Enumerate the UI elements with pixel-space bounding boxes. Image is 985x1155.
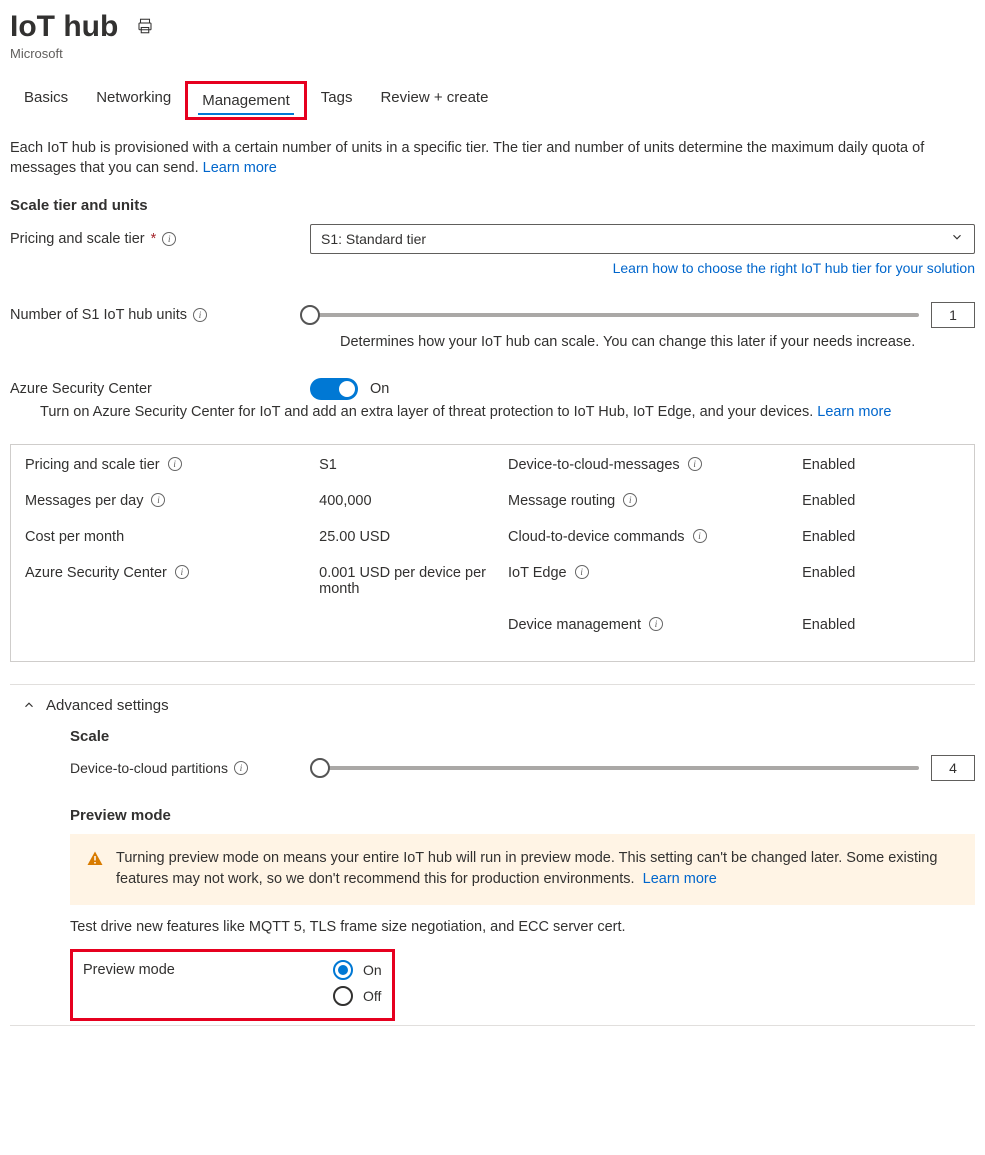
- summary-value: 400,000: [319, 493, 498, 509]
- asc-label: Azure Security Center: [10, 381, 152, 397]
- preview-on-label: On: [363, 962, 382, 978]
- info-icon[interactable]: i: [168, 457, 182, 471]
- info-icon[interactable]: i: [649, 617, 663, 631]
- intro-text: Each IoT hub is provisioned with a certa…: [10, 138, 975, 179]
- summary-label: Pricing and scale tier: [25, 457, 160, 473]
- tab-tags[interactable]: Tags: [307, 81, 367, 120]
- info-icon[interactable]: i: [175, 565, 189, 579]
- tab-review-create[interactable]: Review + create: [366, 81, 502, 120]
- scale-heading: Scale tier and units: [10, 197, 975, 214]
- asc-toggle[interactable]: [310, 378, 358, 400]
- pricing-tier-label: Pricing and scale tier: [10, 231, 145, 247]
- partitions-value-box[interactable]: 4: [931, 755, 975, 781]
- print-icon[interactable]: [136, 17, 154, 38]
- asc-learn-more-link[interactable]: Learn more: [817, 404, 891, 420]
- summary-label: Device-to-cloud-messages: [508, 457, 680, 473]
- tab-networking[interactable]: Networking: [82, 81, 185, 120]
- preview-radio-off[interactable]: [333, 986, 353, 1006]
- partitions-slider[interactable]: [320, 766, 919, 770]
- warning-icon: [86, 848, 104, 892]
- summary-value: S1: [319, 457, 498, 473]
- units-value-box[interactable]: 1: [931, 302, 975, 328]
- tab-management[interactable]: Management: [188, 84, 304, 117]
- summary-value: 25.00 USD: [319, 529, 498, 545]
- pricing-tier-value: S1: Standard tier: [321, 231, 426, 247]
- preview-mode-heading: Preview mode: [70, 807, 975, 824]
- tier-help-link[interactable]: Learn how to choose the right IoT hub ti…: [613, 260, 975, 276]
- page-title: IoT hub: [10, 10, 118, 44]
- summary-label: IoT Edge: [508, 565, 567, 581]
- summary-value: 0.001 USD per device per month: [319, 565, 498, 597]
- tab-basics[interactable]: Basics: [10, 81, 82, 120]
- preview-off-label: Off: [363, 988, 381, 1004]
- info-icon[interactable]: i: [688, 457, 702, 471]
- summary-value: Enabled: [802, 529, 960, 545]
- preview-radio-on[interactable]: [333, 960, 353, 980]
- chevron-down-icon: [950, 230, 964, 247]
- info-icon[interactable]: i: [623, 493, 637, 507]
- summary-label: Messages per day: [25, 493, 143, 509]
- intro-learn-more-link[interactable]: Learn more: [203, 160, 277, 176]
- preview-description: Test drive new features like MQTT 5, TLS…: [70, 919, 975, 935]
- summary-label: Azure Security Center: [25, 565, 167, 581]
- partitions-label: Device-to-cloud partitions: [70, 760, 228, 776]
- page-subtitle: Microsoft: [10, 46, 975, 61]
- info-icon[interactable]: i: [193, 308, 207, 322]
- asc-description: Turn on Azure Security Center for IoT an…: [40, 404, 813, 420]
- info-icon[interactable]: i: [151, 493, 165, 507]
- info-icon[interactable]: i: [693, 529, 707, 543]
- summary-value: Enabled: [802, 457, 960, 473]
- summary-label: Cost per month: [25, 529, 124, 545]
- summary-label: Message routing: [508, 493, 615, 509]
- chevron-up-icon: [22, 698, 36, 712]
- summary-label: Cloud-to-device commands: [508, 529, 685, 545]
- preview-mode-label: Preview mode: [83, 960, 333, 978]
- preview-warning-alert: Turning preview mode on means your entir…: [70, 834, 975, 906]
- summary-value: Enabled: [802, 617, 960, 633]
- units-slider[interactable]: [310, 313, 919, 317]
- required-marker: *: [151, 231, 157, 247]
- summary-label: Device management: [508, 617, 641, 633]
- summary-value: Enabled: [802, 493, 960, 509]
- slider-thumb[interactable]: [310, 758, 330, 778]
- tabs: Basics Networking Management Tags Review…: [10, 81, 975, 120]
- pricing-tier-select[interactable]: S1: Standard tier: [310, 224, 975, 254]
- info-icon[interactable]: i: [575, 565, 589, 579]
- adv-scale-heading: Scale: [70, 728, 975, 745]
- slider-thumb[interactable]: [300, 305, 320, 325]
- summary-panel: Pricing and scale tier i S1 Device-to-clo…: [10, 444, 975, 662]
- info-icon[interactable]: i: [234, 761, 248, 775]
- summary-value: Enabled: [802, 565, 960, 597]
- preview-warning-learn-more-link[interactable]: Learn more: [643, 871, 717, 887]
- info-icon[interactable]: i: [162, 232, 176, 246]
- asc-toggle-state: On: [370, 381, 389, 397]
- units-help-text: Determines how your IoT hub can scale. Y…: [340, 334, 975, 350]
- advanced-settings-toggle[interactable]: Advanced settings: [22, 697, 975, 714]
- units-label: Number of S1 IoT hub units: [10, 307, 187, 323]
